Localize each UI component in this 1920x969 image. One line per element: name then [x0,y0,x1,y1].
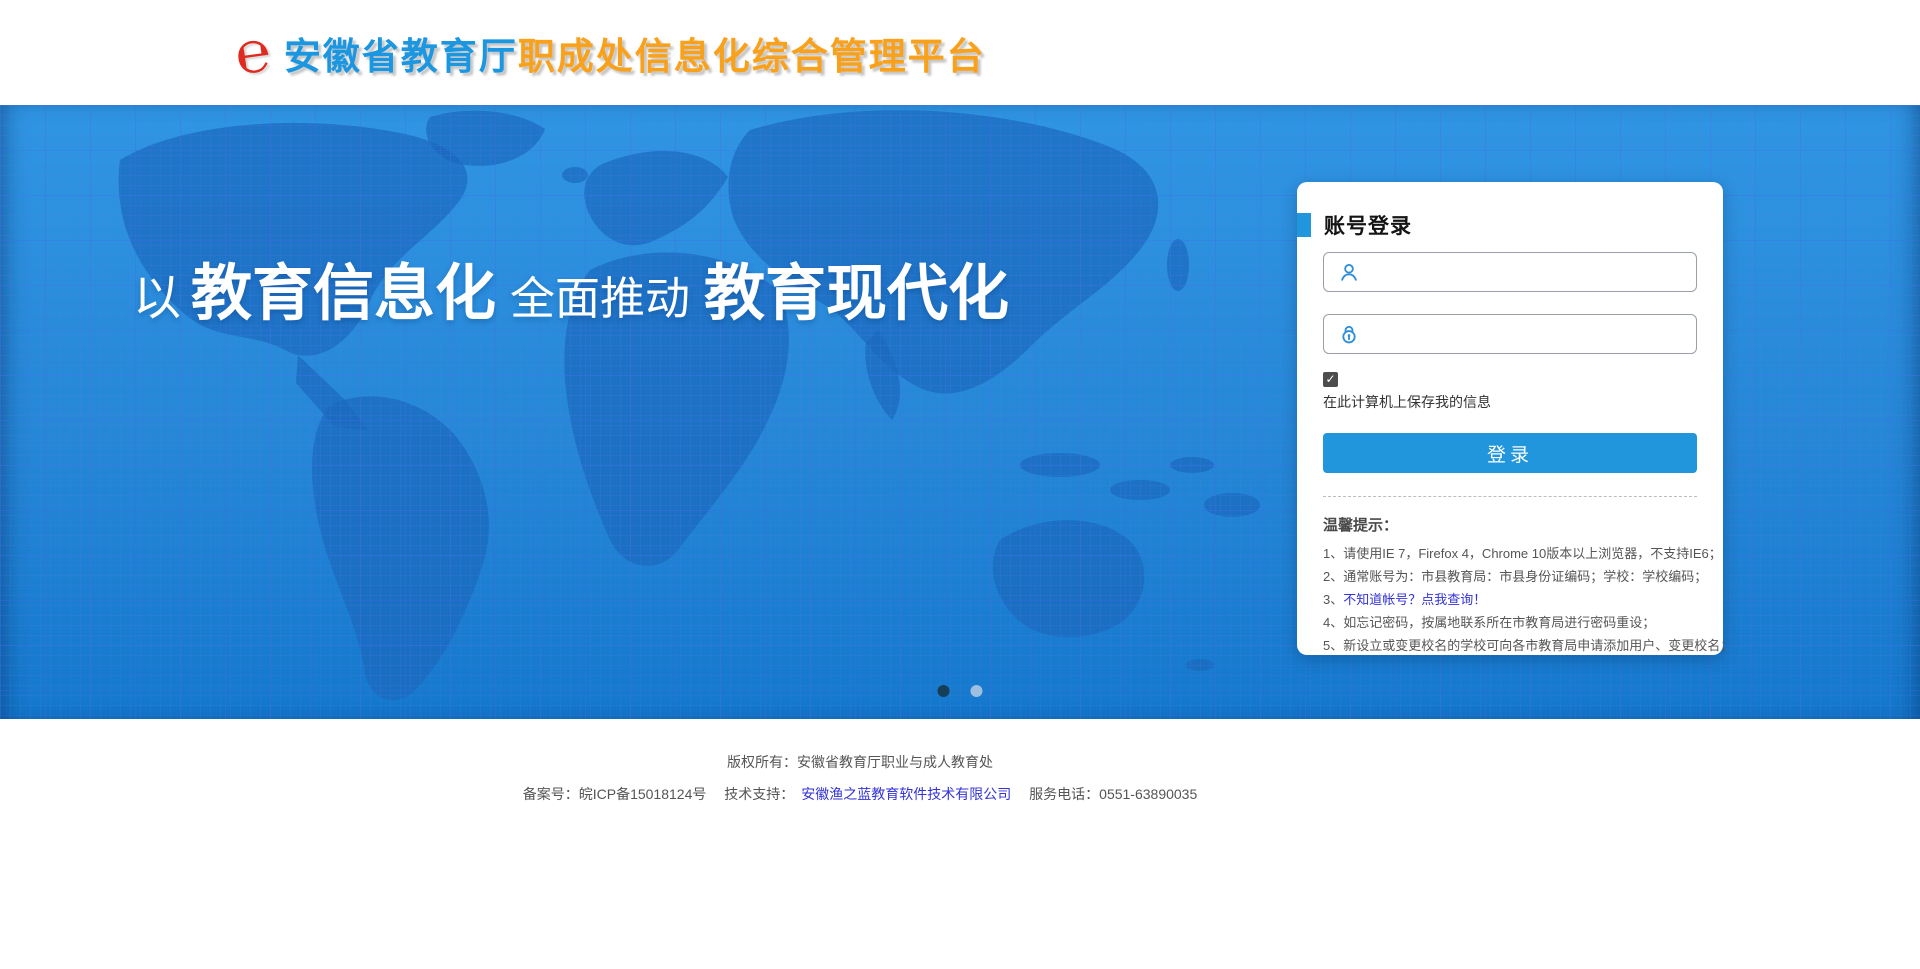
tip-item-3: 3、不知道帐号？点我查询！ [1323,588,1697,611]
tip-text: 5、新设立或变更校名的学校可向各市教育局申请添加用户、变更校名； [1323,638,1733,653]
login-panel: 账号登录 ✓ 在此计算机上保存我的信息 [1297,182,1723,655]
banner-slogan: 以教育信息化全面推动教育现代化 [133,243,1019,332]
slogan-emphasis-2: 教育现代化 [704,259,1009,327]
carousel-dots [938,685,983,697]
app-title-orange: 职成处信息化综合管理平台 [518,36,986,77]
app-title-blue: 安徽省教育厅 [284,36,518,77]
divider [1323,496,1697,497]
remember-row: ✓ 在此计算机上保存我的信息 [1323,370,1697,412]
carousel-dot-2[interactable] [971,685,983,697]
remember-label: 在此计算机上保存我的信息 [1323,392,1697,412]
beian-number: 备案号：皖ICP备15018124号 [523,786,707,802]
username-field [1323,252,1697,292]
remember-checkbox[interactable]: ✓ [1323,372,1338,387]
login-title-row: 账号登录 [1323,212,1697,238]
tip-item-1: 1、请使用IE 7，Firefox 4，Chrome 10版本以上浏览器，不支持… [1323,542,1697,565]
tip-text: 4、如忘记密码，按属地联系所在市教育局进行密码重设； [1323,615,1655,630]
tip-text: 2、通常账号为：市县教育局：市县身份证编码；学校：学校编码； [1323,569,1707,584]
support-label: 技术支持： [724,786,794,802]
slogan-prefix: 以 [133,272,181,325]
carousel-dot-1[interactable] [938,685,950,697]
app-title: 安徽省教育厅职成处信息化综合管理平台 [284,26,986,80]
slogan-emphasis-1: 教育信息化 [191,259,496,327]
lock-icon [1338,323,1360,345]
app-logo-icon: ℮ [231,21,274,83]
slogan-middle: 全面推动 [510,273,690,324]
tips-list: 1、请使用IE 7，Firefox 4，Chrome 10版本以上浏览器，不支持… [1323,542,1697,657]
user-icon [1338,261,1360,283]
tip-item-4: 4、如忘记密码，按属地联系所在市教育局进行密码重设； [1323,611,1697,634]
account-lookup-link[interactable]: 不知道帐号？点我查询！ [1343,592,1486,607]
login-page: ℮ 安徽省教育厅职成处信息化综合管理平台 [0,0,1920,969]
password-field [1323,314,1697,354]
login-button[interactable]: 登录 [1323,433,1697,473]
password-input[interactable] [1365,314,1687,354]
tip-text: 1、请使用IE 7，Firefox 4，Chrome 10版本以上浏览器，不支持… [1323,546,1722,561]
tips-title: 温馨提示： [1323,514,1697,535]
tip-item-5: 5、新设立或变更校名的学校可向各市教育局申请添加用户、变更校名； [1323,634,1697,657]
hero-banner: 以教育信息化全面推动教育现代化 账号登录 [0,105,1920,719]
tip-item-2: 2、通常账号为：市县教育局：市县身份证编码；学校：学校编码； [1323,565,1697,588]
copyright-text: 版权所有：安徽省教育厅职业与成人教育处 [0,752,1720,772]
title-accent-square [1297,213,1311,237]
support-company-link[interactable]: 安徽渔之蓝教育软件技术有限公司 [801,786,1011,802]
login-title: 账号登录 [1324,210,1412,240]
footer-info-line: 备案号：皖ICP备15018124号 技术支持：安徽渔之蓝教育软件技术有限公司 … [0,784,1720,804]
app-header: ℮ 安徽省教育厅职成处信息化综合管理平台 [0,0,1920,105]
page-footer: 版权所有：安徽省教育厅职业与成人教育处 备案号：皖ICP备15018124号 技… [0,719,1720,804]
tip-text: 3、 [1323,592,1343,607]
username-input[interactable] [1365,252,1687,292]
service-phone: 服务电话：0551-63890035 [1029,786,1197,802]
check-icon: ✓ [1325,373,1335,385]
